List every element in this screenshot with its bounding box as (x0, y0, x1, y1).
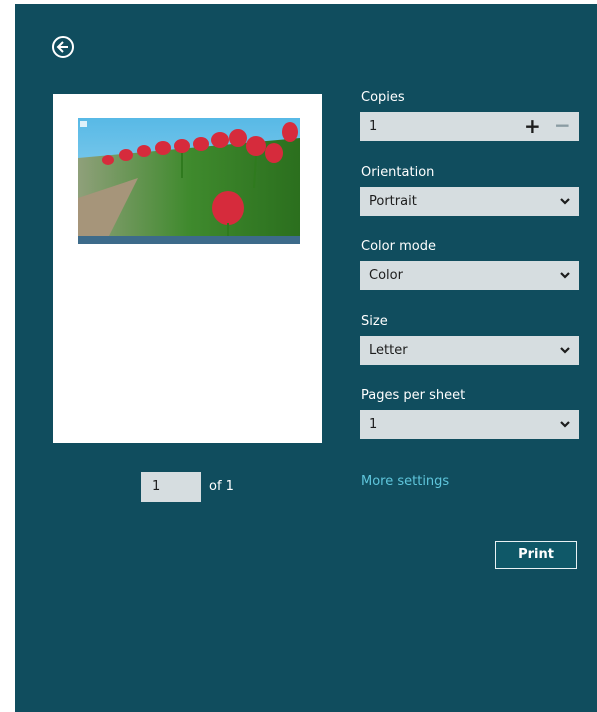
pages-per-sheet-value: 1 (369, 417, 378, 432)
size-value: Letter (369, 343, 408, 358)
size-dropdown[interactable]: Letter (360, 336, 579, 365)
pages-per-sheet-dropdown[interactable]: 1 (360, 410, 579, 439)
size-label: Size (361, 314, 388, 329)
more-settings-link[interactable]: More settings (361, 474, 449, 489)
orientation-value: Portrait (369, 194, 417, 209)
copies-label: Copies (361, 90, 405, 105)
orientation-label: Orientation (361, 165, 435, 180)
copies-stepper[interactable]: 1 + − (360, 112, 579, 141)
page-number-value: 1 (152, 479, 161, 494)
copies-value: 1 (369, 119, 378, 134)
color-mode-dropdown[interactable]: Color (360, 261, 579, 290)
minus-icon[interactable]: − (554, 113, 571, 137)
page-number-input[interactable]: 1 (141, 472, 201, 502)
chevron-down-icon (560, 272, 570, 279)
orientation-dropdown[interactable]: Portrait (360, 187, 579, 216)
chevron-down-icon (560, 347, 570, 354)
chevron-down-icon (560, 421, 570, 428)
print-button[interactable]: Print (495, 541, 577, 569)
desktop-screenshot-thumbnail (78, 118, 300, 244)
pages-per-sheet-label: Pages per sheet (361, 388, 466, 403)
print-preview-page (53, 94, 322, 443)
print-panel: 1 of 1 Copies 1 + − Orientation Portrait… (15, 4, 597, 712)
back-arrow-icon[interactable] (52, 36, 74, 58)
chevron-down-icon (560, 198, 570, 205)
plus-icon[interactable]: + (524, 114, 541, 138)
page-total-label: of 1 (209, 479, 234, 494)
color-mode-value: Color (369, 268, 403, 283)
color-mode-label: Color mode (361, 239, 436, 254)
